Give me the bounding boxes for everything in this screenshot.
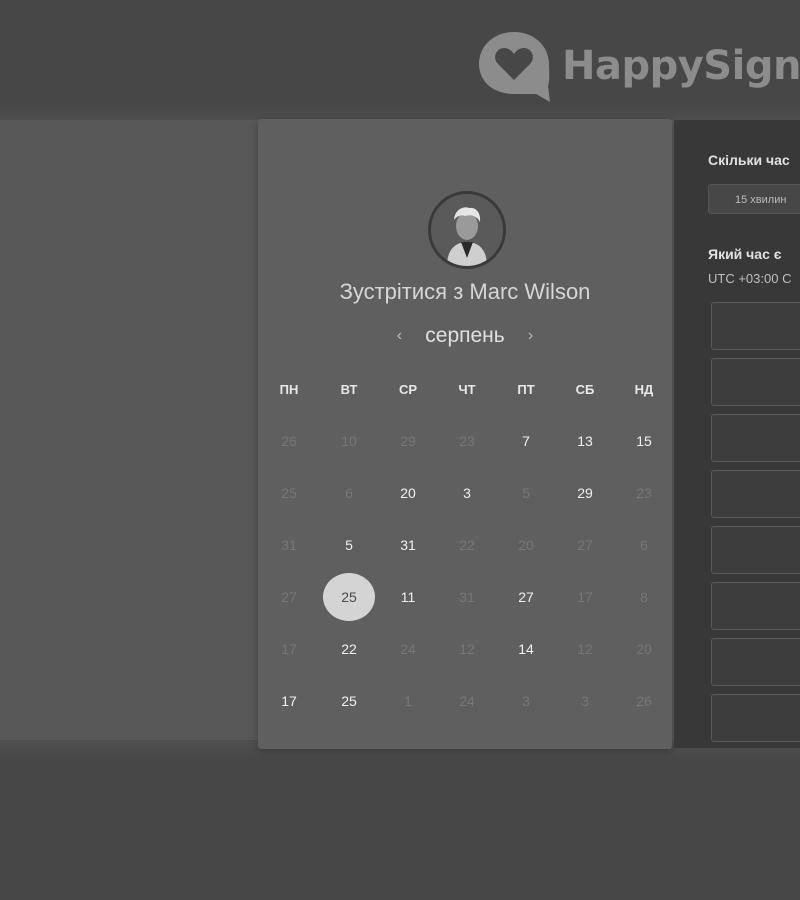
weekday-label: СР xyxy=(398,382,418,397)
calendar-day: 27 xyxy=(577,537,593,553)
time-slot[interactable] xyxy=(711,302,800,350)
weekday-label: НД xyxy=(634,382,654,397)
chevron-left-icon[interactable]: ‹ xyxy=(387,327,411,345)
calendar-day[interactable]: 25 xyxy=(327,679,371,723)
chevron-right-icon[interactable]: › xyxy=(519,327,543,345)
calendar-day: 27 xyxy=(281,589,297,605)
time-slot[interactable] xyxy=(711,582,800,630)
weekday-label: ПТ xyxy=(517,382,535,397)
heart-bubble-icon xyxy=(479,32,550,102)
calendar-day: 6 xyxy=(640,537,648,553)
weekday-label: ВТ xyxy=(340,382,358,397)
header-shadow xyxy=(0,104,800,120)
calendar-day: 24 xyxy=(459,693,475,709)
duration-button[interactable]: 15 хвилин xyxy=(708,184,800,214)
month-navigator: ‹ серпень › xyxy=(258,324,672,348)
calendar-day: 22 xyxy=(459,537,475,553)
selected-day[interactable]: 25 xyxy=(323,573,375,621)
calendar-day: 12 xyxy=(577,641,593,657)
avatar xyxy=(428,191,506,269)
time-slot[interactable] xyxy=(711,526,800,574)
host-name: Marc Wilson xyxy=(469,279,591,304)
calendar-day: 25 xyxy=(281,485,297,501)
calendar-day[interactable]: 31 xyxy=(386,523,430,567)
calendar-day: 23 xyxy=(636,485,652,501)
calendar-day: 10 xyxy=(341,433,357,449)
duration-question: Скільки час xyxy=(708,152,790,168)
calendar-day: 31 xyxy=(281,537,297,553)
calendar-day[interactable]: 27 xyxy=(504,575,548,619)
time-panel: Скільки час 15 хвилин Який час є UTC +03… xyxy=(674,120,800,748)
calendar-day: 24 xyxy=(400,641,416,657)
calendar-day[interactable]: 15 xyxy=(622,419,666,463)
time-slot[interactable] xyxy=(711,358,800,406)
calendar-day[interactable]: 22 xyxy=(327,627,371,671)
calendar-day[interactable]: 20 xyxy=(386,471,430,515)
calendar-day[interactable]: 3 xyxy=(445,471,489,515)
time-slot[interactable] xyxy=(711,470,800,518)
time-question: Який час є xyxy=(708,246,782,262)
month-label: серпень xyxy=(425,324,505,347)
weekday-label: ЧТ xyxy=(458,382,476,397)
calendar-day: 20 xyxy=(636,641,652,657)
calendar-day: 1 xyxy=(404,693,412,709)
calendar-day: 17 xyxy=(281,641,297,657)
meeting-title: Зустрітися з Marc Wilson xyxy=(258,279,672,305)
calendar-day: 3 xyxy=(581,693,589,709)
weekday-label: ПН xyxy=(279,382,299,397)
calendar-day[interactable]: 13 xyxy=(563,419,607,463)
calendar-day: 12 xyxy=(459,641,475,657)
brand-logo[interactable]: HappySign xyxy=(476,28,800,104)
calendar-day: 20 xyxy=(518,537,534,553)
meet-prefix: Зустрітися з xyxy=(339,279,464,304)
calendar-day: 5 xyxy=(522,485,530,501)
time-slot[interactable] xyxy=(711,694,800,742)
calendar-card: Зустрітися з Marc Wilson ‹ серпень › ПН В… xyxy=(258,119,672,749)
calendar-day[interactable]: 7 xyxy=(504,419,548,463)
time-slot[interactable] xyxy=(711,414,800,462)
calendar-day[interactable]: 14 xyxy=(504,627,548,671)
person-avatar-icon xyxy=(431,194,503,266)
calendar-day[interactable]: 11 xyxy=(386,575,430,619)
calendar-day: 26 xyxy=(281,433,297,449)
calendar-day: 6 xyxy=(345,485,353,501)
calendar-day: 17 xyxy=(577,589,593,605)
calendar-day: 31 xyxy=(459,589,475,605)
calendar-day[interactable]: 17 xyxy=(267,679,311,723)
calendar-day: 23 xyxy=(459,433,475,449)
time-slot[interactable] xyxy=(711,638,800,686)
calendar-day: 26 xyxy=(636,693,652,709)
calendar-day: 3 xyxy=(522,693,530,709)
calendar-day: 29 xyxy=(400,433,416,449)
calendar-day: 8 xyxy=(640,589,648,605)
calendar-day[interactable]: 29 xyxy=(563,471,607,515)
timezone-label[interactable]: UTC +03:00 С xyxy=(708,271,791,286)
weekday-label: СБ xyxy=(575,382,595,397)
calendar-day[interactable]: 5 xyxy=(327,523,371,567)
brand-name: HappySign xyxy=(562,43,800,89)
